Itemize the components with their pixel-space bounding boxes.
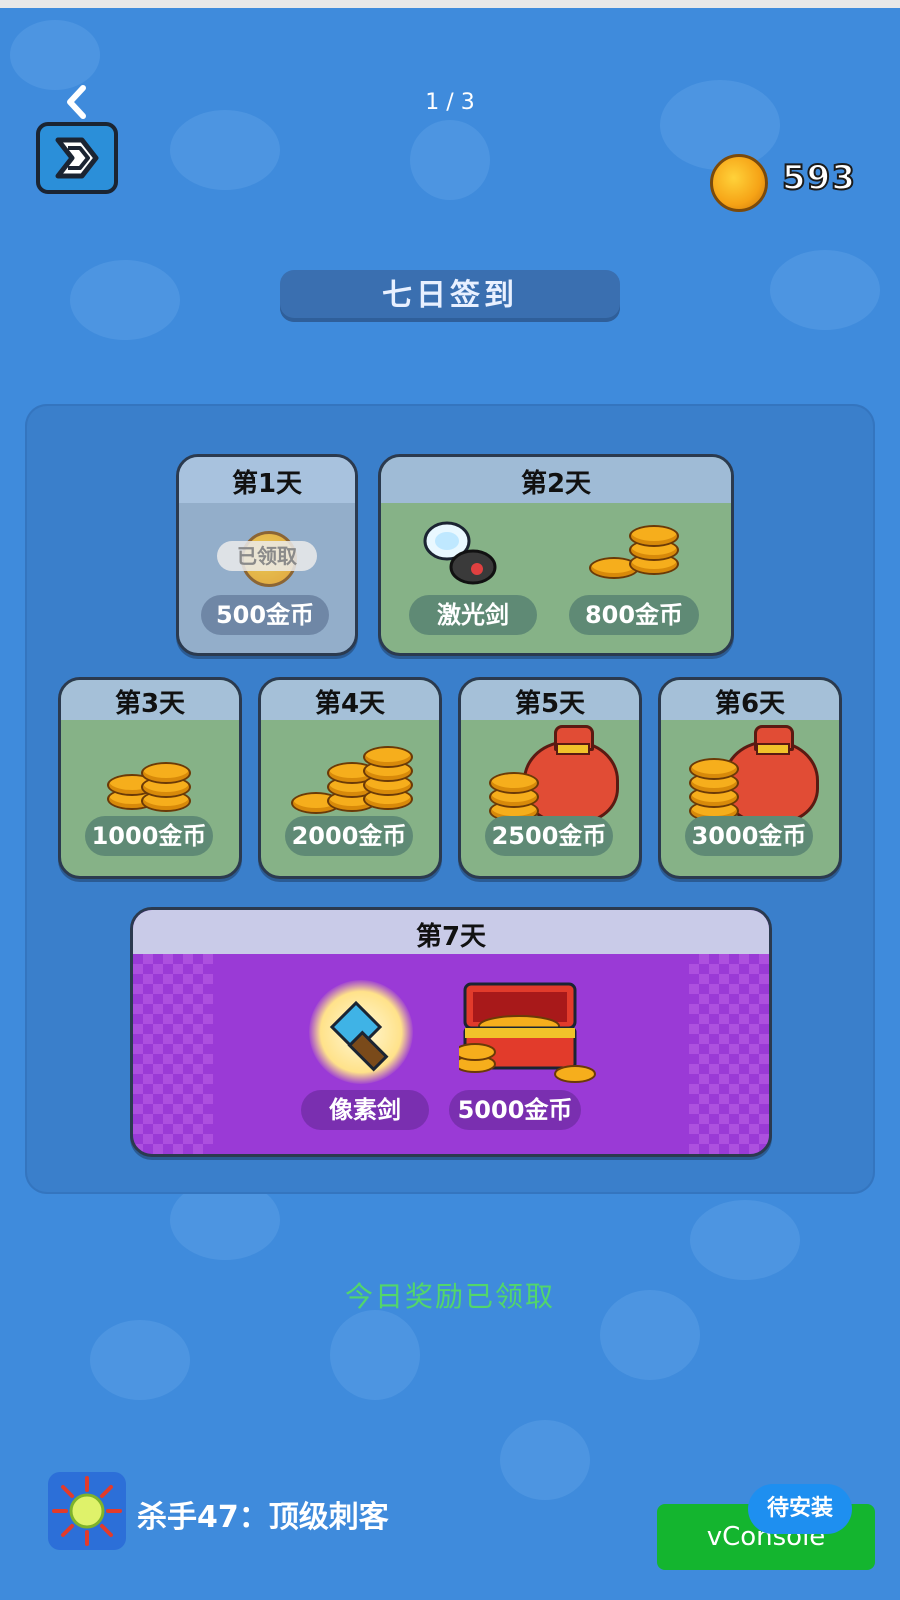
background-pattern [410, 120, 490, 200]
day-label: 第2天 [520, 469, 592, 499]
page-indicator: 1 / 3 [425, 90, 475, 115]
coin-amount: 593 [781, 157, 856, 199]
pixel-sword-icon [309, 980, 413, 1084]
laser-sword-icon [423, 521, 497, 585]
exit-arrow-icon [55, 137, 99, 179]
exit-button[interactable] [36, 122, 118, 194]
background-pattern [10, 20, 100, 90]
reward-label: 800金币 [569, 595, 699, 635]
checker-pattern [689, 954, 769, 1154]
background-pattern [330, 1310, 420, 1400]
coin-balance: 593 [710, 150, 880, 212]
day-5-card[interactable]: 第5天 2500金币 [458, 677, 642, 879]
treasure-chest-icon [459, 982, 596, 1083]
top-status-strip [0, 0, 900, 8]
coin-stack-icon [589, 525, 679, 593]
reward-label: 2500金币 [485, 816, 613, 856]
background-pattern [770, 250, 880, 330]
coin-stack-icon [291, 736, 413, 820]
background-pattern [90, 1320, 190, 1400]
page-title-text: 七日签到 [382, 278, 518, 313]
day-label: 第4天 [314, 689, 386, 719]
reward-label: 1000金币 [85, 816, 213, 856]
coin-stack-icon [107, 750, 207, 820]
reward-label: 激光剑 [409, 595, 537, 635]
install-button[interactable]: 待安装 [748, 1484, 852, 1534]
check-in-screen: 1 / 3 593 七日签到 第1天 已领取 500金币 第2天 激光剑 800… [0, 0, 900, 1600]
background-pattern [690, 1200, 800, 1280]
reward-label: 5000金币 [449, 1090, 581, 1130]
day-label: 第3天 [114, 689, 186, 719]
coin-stack-icon [489, 770, 549, 822]
back-button[interactable] [58, 82, 98, 122]
day-2-card[interactable]: 第2天 激光剑 800金币 [378, 454, 734, 656]
reward-label: 像素剑 [301, 1090, 429, 1130]
sun-icon [52, 1476, 122, 1546]
coin-stack-icon [689, 758, 749, 822]
gold-coin-icon [710, 154, 768, 212]
day-3-card[interactable]: 第3天 1000金币 [58, 677, 242, 879]
background-pattern [70, 260, 180, 340]
day-label: 第5天 [514, 689, 586, 719]
claimed-badge: 已领取 [217, 541, 317, 571]
day-label: 第1天 [231, 469, 303, 499]
background-pattern [500, 1420, 590, 1500]
status-message: 今日奖励已领取 [344, 1280, 555, 1313]
background-pattern [170, 110, 280, 190]
ad-title[interactable]: 杀手47：顶级刺客 [137, 1492, 389, 1536]
reward-label: 500金币 [201, 595, 329, 635]
day-4-card[interactable]: 第4天 2000金币 [258, 677, 442, 879]
day-1-card[interactable]: 第1天 已领取 500金币 [176, 454, 358, 656]
day-label: 第6天 [714, 689, 786, 719]
day-6-card[interactable]: 第6天 3000金币 [658, 677, 842, 879]
reward-label: 3000金币 [685, 816, 813, 856]
checker-pattern [133, 954, 213, 1154]
day-7-card[interactable]: 第7天 像素剑 5000金币 [130, 907, 772, 1157]
day-label: 第7天 [415, 922, 487, 952]
app-icon[interactable] [48, 1472, 126, 1550]
reward-label: 2000金币 [285, 816, 413, 856]
page-title: 七日签到 [280, 270, 620, 322]
chevron-left-icon [67, 85, 86, 119]
